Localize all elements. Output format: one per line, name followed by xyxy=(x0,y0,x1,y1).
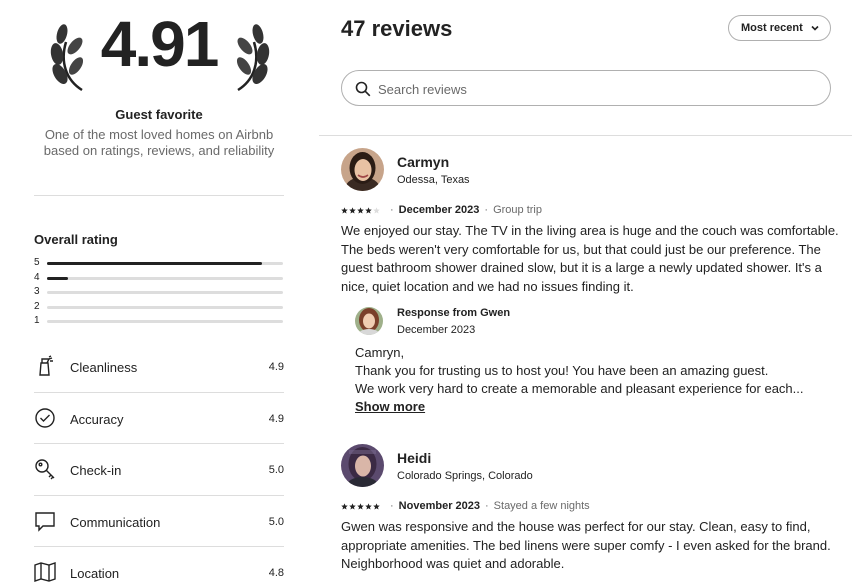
category-value: 4.9 xyxy=(268,412,284,425)
reviews-count-title: 47 reviews xyxy=(341,16,453,41)
category-cleanliness: Cleanliness 4.9 xyxy=(34,341,284,393)
separator-dot: · xyxy=(485,500,489,512)
distribution-bar-track xyxy=(47,305,283,309)
response-line: Thank you for trusting us to host you! Y… xyxy=(355,363,769,378)
chevron-down-icon xyxy=(811,25,819,31)
reviewer-location: Odessa, Texas xyxy=(397,174,470,186)
review-meta: · November 2023 · Stayed a few nights xyxy=(341,500,590,512)
response-from: Response from Gwen xyxy=(397,307,511,319)
sort-dropdown-button[interactable]: Most recent xyxy=(728,15,831,41)
divider xyxy=(319,135,852,136)
reviewer-name: Heidi xyxy=(397,450,432,466)
rating-distribution: 5 4 3 2 1 xyxy=(34,257,284,330)
overall-rating-label: Overall rating xyxy=(34,232,118,247)
star-icon xyxy=(373,502,380,510)
star-icon xyxy=(341,206,348,214)
rating-hero: 4.91 xyxy=(34,8,284,98)
star-icon xyxy=(373,206,380,214)
separator-dot: · xyxy=(484,204,489,216)
star-icon xyxy=(365,206,372,214)
trip-type: Stayed a few nights xyxy=(493,500,590,512)
category-value: 5.0 xyxy=(268,464,284,476)
category-value: 5.0 xyxy=(268,515,284,528)
distribution-row: 3 xyxy=(34,286,284,301)
response-line: Camryn, xyxy=(355,345,405,360)
review-date: November 2023 xyxy=(398,500,480,512)
category-label: Location xyxy=(70,566,120,581)
search-reviews-box[interactable] xyxy=(341,70,831,106)
sort-label: Most recent xyxy=(741,22,803,34)
distribution-star-label: 3 xyxy=(34,286,40,297)
distribution-row: 4 xyxy=(34,272,284,287)
category-communication: Communication 5.0 xyxy=(34,496,284,547)
star-rating xyxy=(341,502,380,510)
category-location: Location 4.8 xyxy=(34,547,284,585)
review-date: December 2023 xyxy=(398,204,480,216)
distribution-bar-track xyxy=(47,320,283,323)
star-rating xyxy=(341,206,380,214)
review-text: Gwen was responsive and the house was pe… xyxy=(341,519,831,571)
category-label: Check-in xyxy=(70,463,122,478)
avatar[interactable] xyxy=(341,444,384,487)
star-icon xyxy=(341,502,348,510)
reviewer-name: Carmyn xyxy=(397,154,450,170)
category-label: Cleanliness xyxy=(70,360,138,375)
laurel-right-icon xyxy=(236,24,270,92)
guest-favorite-description: One of the most loved homes on Airbnb ba… xyxy=(43,127,275,158)
divider xyxy=(34,195,284,196)
category-label: Communication xyxy=(70,514,161,530)
distribution-bar-track xyxy=(47,276,283,280)
distribution-bar-fill xyxy=(47,262,262,265)
key-icon xyxy=(35,459,55,480)
category-value: 4.8 xyxy=(268,567,284,579)
avatar[interactable] xyxy=(341,148,384,191)
response-text: Camryn, Thank you for trusting us to hos… xyxy=(355,344,815,398)
reviewer-location: Colorado Springs, Colorado xyxy=(397,470,533,482)
category-label: Accuracy xyxy=(70,411,124,427)
show-more-button[interactable]: Show more xyxy=(355,399,425,414)
distribution-star-label: 1 xyxy=(34,315,40,326)
distribution-bar-fill xyxy=(47,276,69,280)
category-ratings: Cleanliness 4.9 Accuracy 4.9 Check-in 5.… xyxy=(34,341,284,585)
guest-favorite-badge: Guest favorite xyxy=(115,107,203,122)
search-icon xyxy=(355,81,371,97)
map-icon xyxy=(34,562,56,582)
rating-summary-panel: 4.91 Guest favorite One of the most love… xyxy=(0,0,320,585)
distribution-star-label: 4 xyxy=(34,271,40,283)
spray-bottle-icon xyxy=(39,355,53,376)
star-icon xyxy=(349,206,356,214)
review-meta: · December 2023 · Group trip xyxy=(341,204,542,216)
review-item: Heidi Colorado Springs, Colorado · Novem… xyxy=(341,444,841,585)
category-accuracy: Accuracy 4.9 xyxy=(34,393,284,444)
star-icon xyxy=(365,502,372,510)
distribution-row: 5 xyxy=(34,257,284,272)
category-check-in: Check-in 5.0 xyxy=(34,444,284,496)
review-text: We enjoyed our stay. The TV in the livin… xyxy=(341,223,839,294)
host-avatar[interactable] xyxy=(355,307,383,335)
star-icon xyxy=(349,502,356,510)
distribution-row: 1 xyxy=(34,315,284,330)
star-icon xyxy=(357,502,364,510)
distribution-star-label: 5 xyxy=(34,257,40,268)
host-response: Response from Gwen December 2023 Camryn,… xyxy=(355,306,815,426)
distribution-row: 2 xyxy=(34,301,284,316)
response-line: We work very hard to create a memorable … xyxy=(355,381,804,396)
separator-dot: · xyxy=(390,204,394,216)
separator-dot: · xyxy=(390,500,394,512)
distribution-star-label: 2 xyxy=(34,300,40,312)
check-circle-icon xyxy=(35,407,55,428)
chat-bubble-icon xyxy=(35,511,55,532)
search-reviews-input[interactable] xyxy=(378,79,818,99)
distribution-bar-track xyxy=(47,262,283,265)
trip-type: Group trip xyxy=(493,204,542,216)
star-icon xyxy=(357,206,364,214)
category-value: 4.9 xyxy=(268,361,284,373)
response-date: December 2023 xyxy=(397,324,476,336)
distribution-bar-track xyxy=(47,291,283,294)
